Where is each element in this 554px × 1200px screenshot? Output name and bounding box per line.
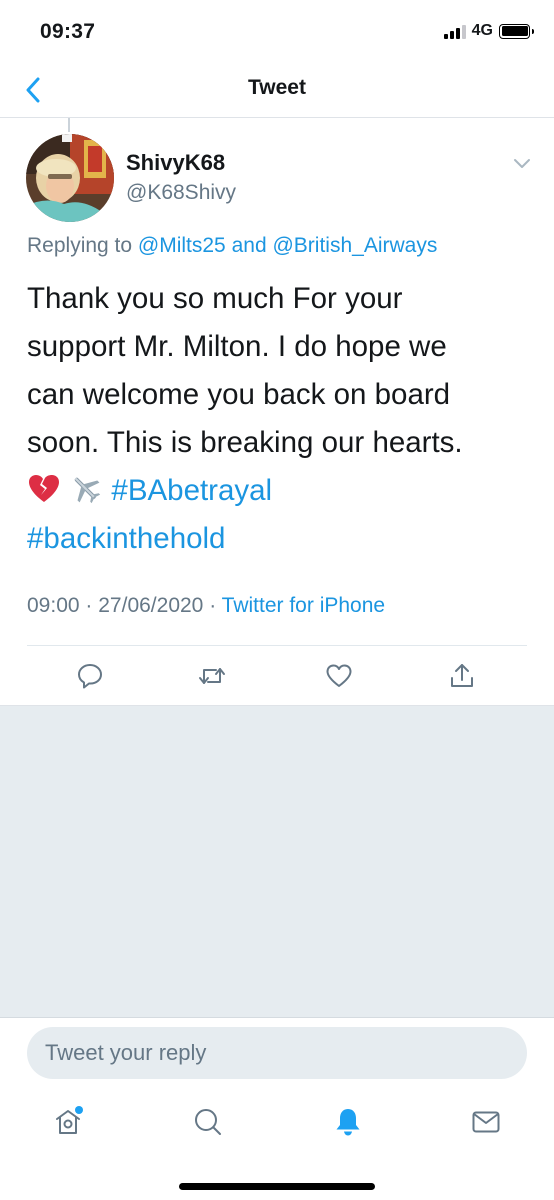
tweet-text: Thank you so much For your support Mr. M…: [27, 275, 532, 563]
retweet-button[interactable]: [196, 660, 228, 692]
replying-prefix: Replying to: [27, 234, 133, 257]
signal-icon: [443, 23, 466, 39]
tweet-line-emoji: #BAbetrayal: [27, 467, 532, 515]
tab-search[interactable]: [188, 1102, 228, 1142]
empty-replies-area: [0, 705, 554, 1017]
battery-icon: [499, 23, 534, 39]
reply-mention-british-airways[interactable]: @British_Airways: [272, 234, 437, 257]
meta-separator: ·: [209, 594, 217, 617]
page-title: Tweet: [248, 76, 306, 99]
avatar[interactable]: [26, 134, 114, 222]
notifications-icon: [336, 1109, 360, 1136]
tweet-meta: 09:00 · 27/06/2020 · Twitter for iPhone: [27, 594, 385, 618]
tweet-line: Thank you so much For your: [27, 282, 403, 315]
thread-line: [68, 118, 70, 132]
tweet-date: 27/06/2020: [98, 594, 204, 617]
user-handle[interactable]: @K68Shivy: [126, 181, 236, 205]
tweet-line: soon. This is breaking our hearts.: [27, 426, 463, 459]
reply-icon: [78, 664, 102, 689]
notification-dot: [75, 1106, 83, 1114]
meta-separator: ·: [85, 594, 93, 617]
tweet-source[interactable]: Twitter for iPhone: [222, 594, 385, 617]
tweet-actions: [0, 646, 554, 704]
reply-input[interactable]: [27, 1027, 527, 1079]
like-button[interactable]: [323, 660, 355, 692]
tab-notifications[interactable]: [328, 1102, 368, 1142]
heart-icon: [326, 664, 352, 687]
replying-to: Replying to @Milts25 and @British_Airway…: [27, 234, 437, 258]
chevron-down-icon: [514, 159, 530, 168]
tweet-options-button[interactable]: [510, 152, 534, 176]
status-bar: 09:37 4G: [0, 0, 554, 62]
tweet-line: can welcome you back on board: [27, 378, 451, 411]
display-name[interactable]: ShivyK68: [126, 150, 225, 176]
reply-button[interactable]: [74, 660, 106, 692]
retweet-icon: [199, 668, 225, 684]
tweet-time: 09:00: [27, 594, 80, 617]
network-type: 4G: [471, 22, 493, 39]
status-indicators: 4G: [443, 22, 534, 40]
tab-home[interactable]: [48, 1102, 88, 1142]
hashtag-backinthehold[interactable]: #backinthehold: [27, 515, 532, 563]
reply-mention-milts25[interactable]: @Milts25: [138, 234, 226, 257]
share-button[interactable]: [446, 660, 478, 692]
broken-heart-icon: [29, 475, 59, 502]
status-time: 09:37: [40, 20, 96, 43]
navigation-bar: Tweet: [0, 62, 554, 118]
tab-bar: [0, 1096, 554, 1152]
hashtag-babetrayal[interactable]: #BAbetrayal: [111, 474, 272, 507]
airplane-icon: [74, 477, 101, 504]
bottom-bar: [0, 1017, 554, 1200]
tweet-line: support Mr. Milton. I do hope we: [27, 330, 447, 363]
search-icon: [195, 1109, 221, 1135]
tab-messages[interactable]: [466, 1102, 506, 1142]
reply-mention-and[interactable]: and: [232, 234, 267, 257]
share-icon: [451, 664, 473, 687]
home-indicator: [179, 1183, 375, 1190]
messages-icon: [472, 1111, 500, 1133]
